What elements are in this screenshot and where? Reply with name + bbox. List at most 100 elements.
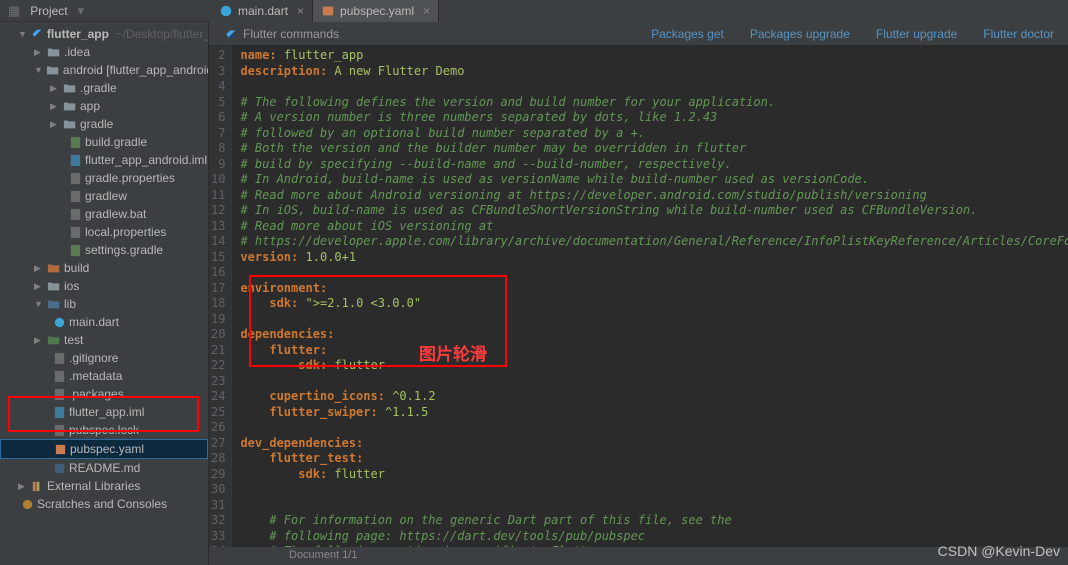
tree-label: External Libraries [47, 478, 140, 494]
yaml-icon [321, 4, 335, 18]
tree-root-name: flutter_app [47, 26, 109, 42]
tree-folder-idea[interactable]: ▶ .idea [0, 43, 208, 61]
code-content[interactable]: name: flutter_app description: A new Flu… [232, 46, 1068, 547]
tree-label: README.md [69, 460, 140, 476]
line-gutter: 2 3 4 5 6 7 8 9 10 11 12 13 14 15 16 17 … [209, 46, 232, 547]
project-tree: ▼ flutter_app ~/Desktop/flutter_app ▶ .id… [0, 22, 208, 516]
chevron-right-icon: ▶ [34, 44, 44, 60]
chevron-right-icon: ▶ [50, 98, 60, 114]
tree-file-gradlew[interactable]: gradlew [0, 187, 208, 205]
tab-main-dart[interactable]: main.dart × [211, 0, 313, 22]
gradle-file-icon [69, 136, 82, 149]
tree-root-path: ~/Desktop/flutter_app [109, 26, 209, 42]
chevron-right-icon: ▶ [50, 116, 60, 132]
tree-label: .idea [64, 44, 90, 60]
tab-pubspec-yaml[interactable]: pubspec.yaml × [313, 0, 439, 22]
dropdown-icon[interactable]: ▾ [78, 3, 85, 19]
tree-file-pubspec-lock[interactable]: pubspec.lock [0, 421, 208, 439]
tree-label: flutter_app_android.iml [85, 152, 207, 168]
yaml-file-icon [54, 443, 67, 456]
tree-file-settings-gradle[interactable]: settings.gradle [0, 241, 208, 259]
source-folder-icon [47, 298, 61, 310]
tree-label: ios [64, 278, 79, 294]
tree-scratches[interactable]: Scratches and Consoles [0, 495, 208, 513]
project-sidebar: ▼ flutter_app ~/Desktop/flutter_app ▶ .id… [0, 22, 209, 565]
packages-upgrade-link[interactable]: Packages upgrade [750, 27, 850, 41]
flutter-doctor-link[interactable]: Flutter doctor [983, 27, 1054, 41]
chevron-right-icon: ▶ [18, 478, 28, 494]
tree-file-packages[interactable]: .packages [0, 385, 208, 403]
code-editor[interactable]: 2 3 4 5 6 7 8 9 10 11 12 13 14 15 16 17 … [209, 46, 1068, 547]
file-icon [53, 424, 66, 437]
tree-folder-lib[interactable]: ▼lib [0, 295, 208, 313]
editor-tabs: main.dart × pubspec.yaml × [209, 0, 1068, 22]
tab-label: pubspec.yaml [340, 4, 414, 18]
tree-folder-ios[interactable]: ▶ios [0, 277, 208, 295]
tree-file-pubspec-yaml[interactable]: pubspec.yaml [0, 439, 208, 459]
tree-label: .metadata [69, 368, 122, 384]
tree-folder-android[interactable]: ▼ android [flutter_app_android] [0, 61, 208, 79]
flutter-icon [223, 27, 237, 41]
tree-file-readme[interactable]: README.md [0, 459, 208, 477]
folder-icon [46, 64, 60, 76]
chevron-right-icon: ▶ [50, 80, 60, 96]
properties-file-icon [69, 226, 82, 239]
tree-external-libs[interactable]: ▶ External Libraries [0, 477, 208, 495]
tree-file-local-props[interactable]: local.properties [0, 223, 208, 241]
tree-folder-gradle[interactable]: ▶gradle [0, 115, 208, 133]
watermark: CSDN @Kevin-Dev [938, 543, 1060, 559]
document-status: Document 1/1 [289, 549, 357, 561]
tree-label: .packages [69, 386, 124, 402]
tree-file-main-dart[interactable]: main.dart [0, 313, 208, 331]
tree-file-build-gradle[interactable]: build.gradle [0, 133, 208, 151]
tree-label: android [flutter_app_android] [63, 62, 209, 78]
project-tool-icon[interactable]: ▦ [8, 3, 20, 19]
close-icon[interactable]: × [423, 4, 430, 18]
flutter-commands-label: Flutter commands [243, 27, 339, 41]
library-icon [31, 480, 44, 493]
tree-folder-gradle-dot[interactable]: ▶ .gradle [0, 79, 208, 97]
tree-label: .gradle [80, 80, 117, 96]
tree-file-metadata[interactable]: .metadata [0, 367, 208, 385]
tree-label: pubspec.yaml [70, 441, 144, 457]
tree-folder-test[interactable]: ▶ test [0, 331, 208, 349]
tree-label: build [64, 260, 89, 276]
tree-folder-build[interactable]: ▶ build [0, 259, 208, 277]
tree-label: test [64, 332, 83, 348]
file-icon [53, 370, 66, 383]
chevron-right-icon: ▶ [34, 332, 44, 348]
tree-label: .gitignore [69, 350, 118, 366]
tree-label: settings.gradle [85, 242, 163, 258]
chevron-down-icon: ▼ [34, 62, 43, 78]
close-icon[interactable]: × [297, 4, 304, 18]
tree-folder-app[interactable]: ▶ app [0, 97, 208, 115]
tree-label: Scratches and Consoles [37, 496, 167, 512]
scratch-icon [21, 498, 34, 511]
tree-file-gitignore[interactable]: .gitignore [0, 349, 208, 367]
dart-file-icon [53, 316, 66, 329]
folder-icon [63, 82, 77, 94]
tree-label: main.dart [69, 314, 119, 330]
annotation-text: 图片轮滑 [419, 340, 487, 365]
file-icon [69, 208, 82, 221]
chevron-right-icon: ▶ [34, 260, 44, 276]
tree-file-iml[interactable]: flutter_app_android.iml [0, 151, 208, 169]
tree-root[interactable]: ▼ flutter_app ~/Desktop/flutter_app [0, 25, 208, 43]
packages-get-link[interactable]: Packages get [651, 27, 724, 41]
tree-label: lib [64, 296, 76, 312]
tree-file-flutter-app-iml[interactable]: flutter_app.iml [0, 403, 208, 421]
folder-icon [63, 100, 77, 112]
project-label[interactable]: Project [30, 4, 67, 18]
tree-file-gradle-props[interactable]: gradle.properties [0, 169, 208, 187]
tree-file-gradlew-bat[interactable]: gradlew.bat [0, 205, 208, 223]
tree-label: app [80, 98, 100, 114]
chevron-down-icon: ▼ [18, 26, 27, 42]
dart-icon [219, 4, 233, 18]
tab-label: main.dart [238, 4, 288, 18]
file-icon [69, 190, 82, 203]
gradle-file-icon [69, 244, 82, 257]
flutter-upgrade-link[interactable]: Flutter upgrade [876, 27, 957, 41]
folder-excluded-icon [47, 262, 61, 274]
tree-label: gradle.properties [85, 170, 175, 186]
folder-icon [63, 118, 77, 130]
